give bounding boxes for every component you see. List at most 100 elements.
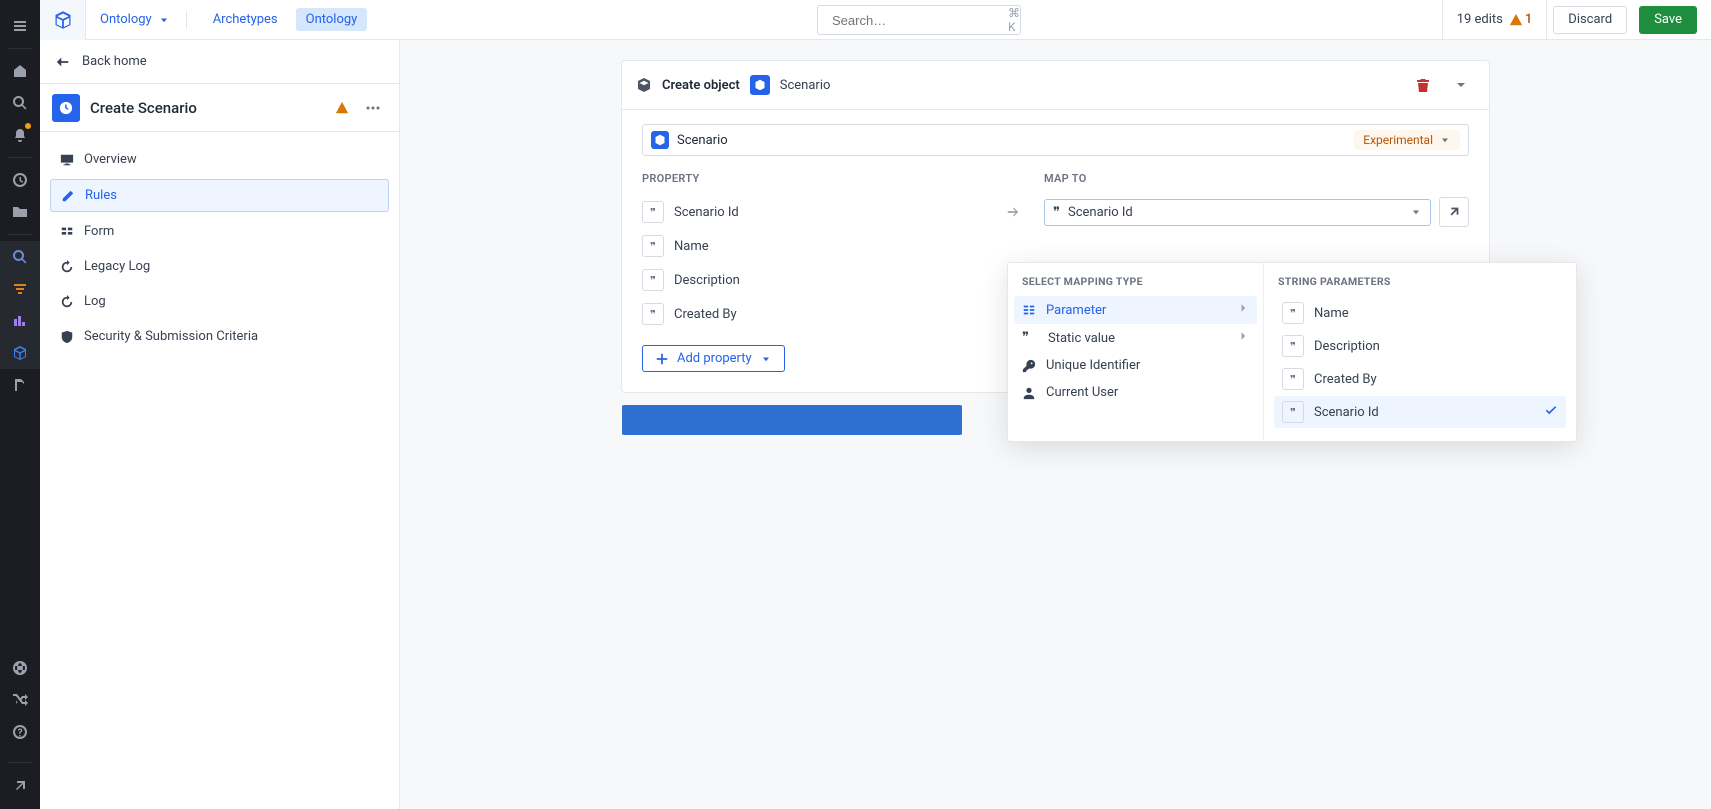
mapping-type-static-value[interactable]: ❞ Static value: [1014, 324, 1257, 352]
tab-ontology[interactable]: Ontology: [296, 8, 368, 31]
string-type-icon: ❞: [1282, 302, 1304, 324]
save-button[interactable]: Save: [1639, 6, 1697, 34]
card-object-name: Scenario: [780, 78, 831, 93]
property-row: ❞ Name: [642, 229, 982, 263]
warning-count: 1: [1525, 12, 1532, 27]
column-header-mapto: MAP TO: [1044, 172, 1469, 195]
warning-icon[interactable]: [335, 101, 349, 115]
clock-icon[interactable]: [0, 164, 40, 196]
left-icon-rail: [0, 0, 40, 809]
edits-count-label: 19 edits: [1457, 12, 1503, 27]
string-type-icon: ❞: [1282, 368, 1304, 390]
search-box[interactable]: ⌘ K: [817, 5, 1021, 35]
tab-archetypes[interactable]: Archetypes: [203, 8, 288, 31]
delete-button[interactable]: [1409, 71, 1437, 99]
save-label: Save: [1654, 12, 1682, 27]
nav-label: Log: [84, 294, 106, 309]
string-type-icon: ❞: [642, 235, 664, 257]
popover-right-column: STRING PARAMETERS ❞ Name ❞ Description ❞…: [1264, 263, 1576, 441]
edits-indicator[interactable]: 19 edits 1: [1442, 0, 1548, 39]
nav-label: Legacy Log: [84, 259, 150, 274]
nav-rules[interactable]: Rules: [50, 179, 389, 212]
globe-icon[interactable]: [0, 652, 40, 684]
warning-indicator: 1: [1509, 12, 1532, 27]
plus-icon: [655, 352, 669, 366]
check-icon: [1544, 403, 1558, 421]
string-type-icon: ❞: [642, 303, 664, 325]
card-title: Create object: [662, 78, 740, 93]
discard-button[interactable]: Discard: [1553, 6, 1627, 34]
map-arrow: [992, 195, 1034, 229]
collapse-button[interactable]: [1447, 71, 1475, 99]
menu-item-label: Current User: [1046, 385, 1118, 400]
create-object-icon: [636, 77, 652, 93]
help-icon[interactable]: [0, 716, 40, 748]
rail-divider: [8, 234, 32, 235]
nav-overview[interactable]: Overview: [50, 144, 389, 175]
string-param-option[interactable]: ❞ Name: [1274, 297, 1566, 329]
arrow-right-icon: [1006, 205, 1020, 219]
popover-left-column: SELECT MAPPING TYPE Parameter ❞ Static v…: [1008, 263, 1264, 441]
mapping-type-popover: SELECT MAPPING TYPE Parameter ❞ Static v…: [1007, 262, 1577, 442]
nav-log[interactable]: Log: [50, 286, 389, 317]
layers-icon[interactable]: [0, 273, 40, 305]
menu-toggle-icon[interactable]: [0, 10, 40, 42]
shuffle-icon[interactable]: [0, 684, 40, 716]
back-home-link[interactable]: Back home: [40, 40, 399, 84]
home-icon[interactable]: [0, 55, 40, 87]
topbar-right: 19 edits 1 Discard Save: [1442, 0, 1711, 39]
expand-arrow-icon[interactable]: [0, 769, 40, 801]
monitor-icon: [60, 153, 74, 167]
rail-divider: [8, 157, 32, 158]
tab-label: Ontology: [306, 12, 358, 27]
string-param-option[interactable]: ❞ Scenario Id: [1274, 396, 1566, 428]
arrow-up-right-icon: [1447, 205, 1461, 219]
nav-form[interactable]: Form: [50, 216, 389, 247]
string-param-option[interactable]: ❞ Description: [1274, 330, 1566, 362]
object-chip-icon: [651, 131, 669, 149]
files-icon[interactable]: [0, 369, 40, 401]
property-label: Name: [674, 239, 709, 254]
explore-icon[interactable]: [0, 241, 40, 273]
arrow-left-icon: [56, 55, 70, 69]
scenario-selector[interactable]: Scenario Experimental: [642, 124, 1469, 156]
card-header-actions: [1409, 71, 1475, 99]
action-placeholder-bar[interactable]: [622, 405, 962, 435]
nav-security[interactable]: Security & Submission Criteria: [50, 321, 389, 352]
map-to-value: Scenario Id: [1068, 205, 1402, 220]
open-external-button[interactable]: [1439, 197, 1469, 227]
chevron-right-icon: [1237, 330, 1249, 346]
property-row: ❞ Created By: [642, 297, 982, 331]
mapping-type-parameter[interactable]: Parameter: [1014, 296, 1257, 324]
breadcrumb-divider: [186, 11, 187, 29]
add-property-button[interactable]: Add property: [642, 345, 785, 372]
caret-down-icon: [158, 14, 170, 26]
nav-legacy-log[interactable]: Legacy Log: [50, 251, 389, 282]
pencil-icon: [61, 189, 75, 203]
cube-icon[interactable]: [0, 337, 40, 369]
panel-title: Create Scenario: [90, 99, 325, 117]
map-to-dropdown[interactable]: ❞ Scenario Id: [1044, 199, 1431, 226]
bell-icon[interactable]: [0, 119, 40, 151]
nav-label: Security & Submission Criteria: [84, 329, 258, 344]
map-to-cell: ❞ Scenario Id: [1044, 195, 1469, 229]
breadcrumb: Ontology Archetypes Ontology: [86, 8, 381, 31]
app-logo[interactable]: [40, 0, 86, 40]
string-param-option[interactable]: ❞ Created By: [1274, 363, 1566, 395]
chevron-right-icon: [1237, 302, 1249, 318]
folder-icon[interactable]: [0, 196, 40, 228]
chart-icon[interactable]: [0, 305, 40, 337]
param-label: Scenario Id: [1314, 405, 1379, 420]
card-header: Create object Scenario: [622, 61, 1489, 110]
rail-divider: [8, 48, 32, 49]
mapping-type-current-user[interactable]: Current User: [1014, 379, 1257, 406]
trash-icon: [1415, 77, 1431, 93]
breadcrumb-root-dropdown[interactable]: Ontology: [100, 12, 170, 27]
experimental-badge-dropdown[interactable]: Experimental: [1354, 130, 1460, 150]
search-input[interactable]: [832, 13, 1008, 28]
search-icon[interactable]: [0, 87, 40, 119]
more-menu-button[interactable]: [359, 94, 387, 122]
nav-label: Form: [84, 224, 114, 239]
menu-item-label: Unique Identifier: [1046, 358, 1140, 373]
mapping-type-unique-identifier[interactable]: Unique Identifier: [1014, 352, 1257, 379]
